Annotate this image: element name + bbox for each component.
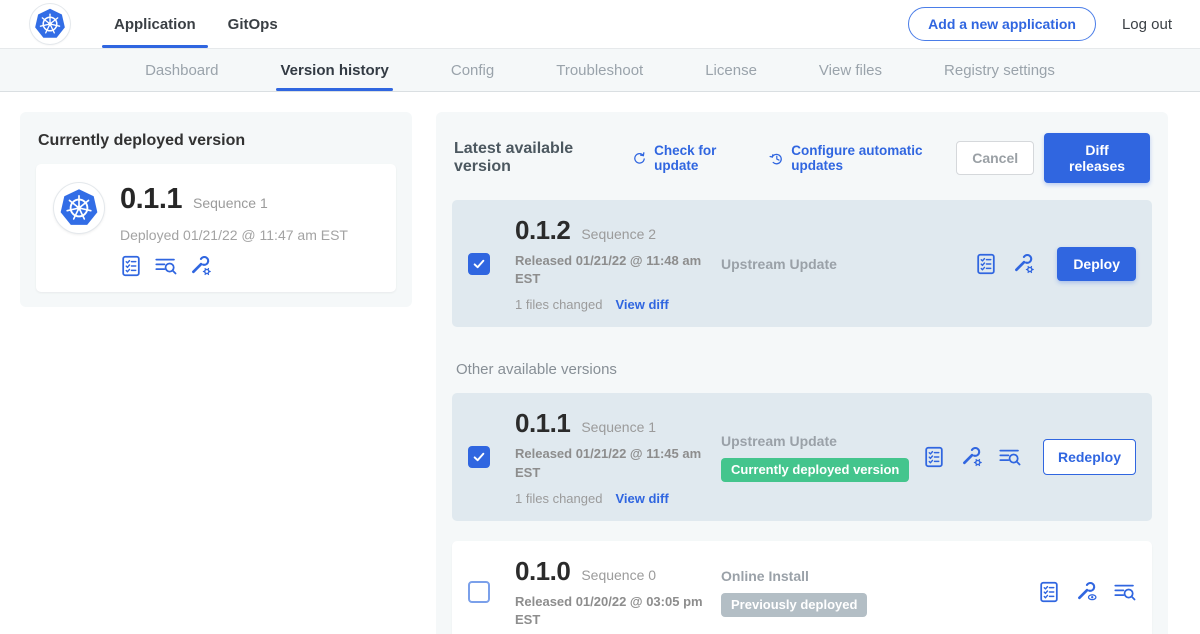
subtab-view-files[interactable]: View files [815, 49, 886, 91]
subtab-troubleshoot-label: Troubleshoot [556, 62, 643, 79]
version-row-0-1-1: 0.1.1 Sequence 1 Released 01/21/22 @ 11:… [452, 393, 1152, 520]
subtab-view-files-label: View files [819, 62, 882, 79]
kubernetes-helm-icon [58, 187, 100, 229]
version-row-0-1-0: 0.1.0 Sequence 0 Released 01/20/22 @ 03:… [452, 541, 1152, 634]
redeploy-button[interactable]: Redeploy [1043, 439, 1136, 475]
app-icon [54, 183, 104, 233]
version-checkbox[interactable] [468, 581, 490, 603]
deployed-version-number: 0.1.1 [120, 183, 182, 216]
subtab-registry-settings-label: Registry settings [944, 62, 1055, 79]
configure-automatic-updates-label: Configure automatic updates [791, 143, 956, 173]
deployed-sequence-label: Sequence 1 [193, 195, 268, 211]
currently-deployed-card: 0.1.1 Sequence 1 Deployed 01/21/22 @ 11:… [36, 164, 396, 292]
logout-button[interactable]: Log out [1122, 16, 1172, 33]
version-number: 0.1.1 [515, 408, 570, 439]
source-label: Online Install [721, 568, 1038, 584]
preflight-checks-icon[interactable] [120, 255, 142, 277]
subtab-config-label: Config [451, 62, 494, 79]
version-checkbox[interactable] [468, 253, 490, 275]
latest-available-title: Latest available version [454, 140, 614, 176]
deployed-version-info: 0.1.1 Sequence 1 Deployed 01/21/22 @ 11:… [120, 181, 348, 277]
view-diff-link[interactable]: View diff [615, 297, 668, 312]
check-for-update-label: Check for update [654, 143, 751, 173]
version-actions [1038, 581, 1136, 603]
subtab-dashboard[interactable]: Dashboard [141, 49, 222, 91]
edit-config-icon[interactable] [1013, 253, 1035, 275]
deploy-button[interactable]: Deploy [1057, 247, 1136, 281]
app-tabs: Application GitOps [98, 0, 294, 48]
deployed-version-actions [120, 255, 348, 277]
deploy-logs-icon[interactable] [1114, 581, 1136, 603]
view-diff-link[interactable]: View diff [615, 491, 668, 506]
version-actions: Redeploy [923, 439, 1136, 475]
deploy-logs-icon[interactable] [155, 255, 177, 277]
available-versions-panel: Latest available version Check for updat… [436, 112, 1168, 634]
sequence-label: Sequence 1 [581, 419, 656, 435]
check-icon [472, 257, 486, 271]
released-timestamp: Released 01/21/22 @ 11:45 am EST [515, 445, 707, 481]
check-for-update-link[interactable]: Check for update [632, 143, 751, 173]
subtab-config[interactable]: Config [447, 49, 498, 91]
deployed-timestamp: Deployed 01/21/22 @ 11:47 am EST [120, 227, 348, 243]
version-info: 0.1.1 Sequence 1 Released 01/21/22 @ 11:… [515, 408, 715, 505]
cancel-button[interactable]: Cancel [956, 141, 1034, 175]
tab-application[interactable]: Application [98, 0, 212, 48]
configure-automatic-updates-link[interactable]: Configure automatic updates [769, 143, 956, 173]
version-source: Online Install Previously deployed [715, 568, 1038, 617]
subtab-license[interactable]: License [701, 49, 761, 91]
preflight-checks-icon[interactable] [1038, 581, 1060, 603]
other-available-versions-title: Other available versions [456, 361, 1148, 378]
currently-deployed-title: Currently deployed version [38, 132, 394, 150]
kubernetes-logo[interactable] [30, 4, 70, 44]
version-source: Upstream Update Currently deployed versi… [715, 433, 923, 482]
diff-releases-button[interactable]: Diff releases [1044, 133, 1150, 183]
check-icon [472, 450, 486, 464]
sequence-label: Sequence 2 [581, 226, 656, 242]
version-source: Upstream Update [715, 256, 975, 272]
edit-config-icon[interactable] [961, 446, 983, 468]
preflight-checks-icon[interactable] [975, 253, 997, 275]
preflight-checks-icon[interactable] [923, 446, 945, 468]
version-info: 0.1.2 Sequence 2 Released 01/21/22 @ 11:… [515, 215, 715, 312]
subtab-troubleshoot[interactable]: Troubleshoot [552, 49, 647, 91]
main-content: Currently deployed version 0.1.1 Sequenc… [0, 92, 1200, 634]
version-checkbox[interactable] [468, 446, 490, 468]
version-number: 0.1.2 [515, 215, 570, 246]
released-timestamp: Released 01/20/22 @ 03:05 pm EST [515, 593, 707, 629]
version-number: 0.1.0 [515, 556, 570, 587]
latest-available-header: Latest available version Check for updat… [454, 133, 1150, 183]
app-subnav: Dashboard Version history Config Trouble… [0, 49, 1200, 92]
deploy-logs-icon[interactable] [999, 446, 1021, 468]
subtab-version-history[interactable]: Version history [276, 49, 392, 91]
released-timestamp: Released 01/21/22 @ 11:48 am EST [515, 252, 707, 288]
edit-config-icon[interactable] [190, 255, 212, 277]
version-actions: Deploy [975, 247, 1136, 281]
files-changed-label: 1 files changed [515, 297, 602, 312]
view-config-icon[interactable] [1076, 581, 1098, 603]
previously-deployed-badge: Previously deployed [721, 593, 867, 617]
subtab-registry-settings[interactable]: Registry settings [940, 49, 1059, 91]
source-label: Upstream Update [721, 433, 923, 449]
tab-application-label: Application [114, 16, 196, 33]
add-new-application-button[interactable]: Add a new application [908, 7, 1096, 41]
files-changed-label: 1 files changed [515, 491, 602, 506]
currently-deployed-panel: Currently deployed version 0.1.1 Sequenc… [20, 112, 412, 307]
tab-gitops-label: GitOps [228, 16, 278, 33]
subtab-license-label: License [705, 62, 757, 79]
refresh-icon [632, 150, 647, 167]
kubernetes-helm-icon [33, 7, 67, 41]
version-info: 0.1.0 Sequence 0 Released 01/20/22 @ 03:… [515, 556, 715, 629]
subtab-dashboard-label: Dashboard [145, 62, 218, 79]
tab-gitops[interactable]: GitOps [212, 0, 294, 48]
clock-refresh-icon [769, 150, 784, 167]
subtab-version-history-label: Version history [280, 62, 388, 79]
currently-deployed-badge: Currently deployed version [721, 458, 909, 482]
version-row-0-1-2: 0.1.2 Sequence 2 Released 01/21/22 @ 11:… [452, 200, 1152, 327]
source-label: Upstream Update [721, 256, 975, 272]
top-nav: Application GitOps Add a new application… [0, 0, 1200, 49]
sequence-label: Sequence 0 [581, 567, 656, 583]
